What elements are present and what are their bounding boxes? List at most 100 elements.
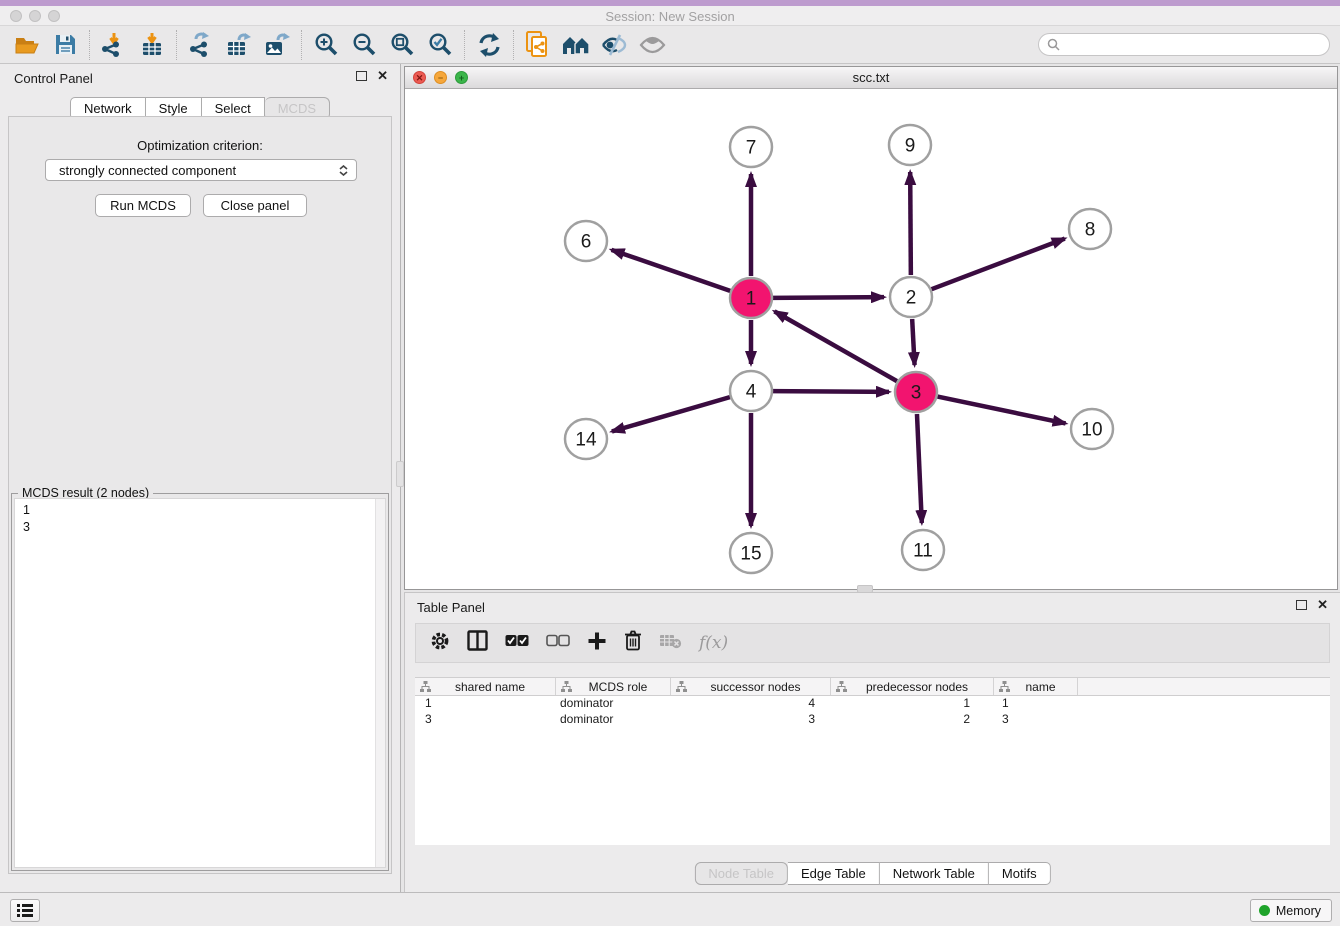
float-table-panel-icon[interactable]: [1296, 600, 1307, 610]
column-header-successor-nodes[interactable]: successor nodes: [671, 678, 831, 695]
zoom-fit-icon[interactable]: [383, 29, 421, 61]
graph-node-4[interactable]: 4: [730, 371, 772, 411]
graph-edge-2-3[interactable]: [912, 319, 914, 365]
network-window-titlebar[interactable]: ✕ − + scc.txt: [405, 67, 1337, 89]
toolbar-separator: [513, 30, 514, 60]
table-header-row: shared nameMCDS rolesuccessor nodesprede…: [415, 677, 1330, 696]
mcds-result-text: 13: [23, 502, 30, 536]
vertical-splitter-handle[interactable]: [396, 461, 404, 487]
network-canvas[interactable]: 7 9 6 8 1 2 4 3 14 10 15 11: [405, 89, 1337, 589]
application-window: Session: New Session: [0, 0, 1340, 926]
graph-node-15[interactable]: 15: [730, 533, 772, 573]
toolbar-separator: [89, 30, 90, 60]
table-cell[interactable]: dominator: [556, 696, 671, 712]
task-history-button[interactable]: [10, 899, 40, 922]
clone-network-icon[interactable]: [519, 29, 557, 61]
export-table-icon[interactable]: [220, 29, 258, 61]
hide-selected-icon[interactable]: [595, 29, 633, 61]
columns-icon[interactable]: [467, 630, 488, 656]
horizontal-splitter-handle[interactable]: [857, 585, 873, 593]
graph-edge-3-1[interactable]: [774, 311, 896, 381]
tab-network-table[interactable]: Network Table: [880, 862, 989, 885]
close-panel-icon[interactable]: ✕: [377, 70, 388, 81]
table-cell[interactable]: dominator: [556, 712, 671, 728]
graph-edge-2-9[interactable]: [910, 172, 911, 275]
mcds-panel: Optimization criterion: strongly connect…: [8, 116, 392, 874]
search-input[interactable]: [1065, 37, 1329, 52]
export-image-icon[interactable]: [258, 29, 296, 61]
graph-node-8[interactable]: 8: [1069, 209, 1111, 249]
first-neighbors-icon[interactable]: [557, 29, 595, 61]
mcds-result-area[interactable]: 13: [14, 498, 386, 868]
svg-text:1: 1: [746, 289, 757, 310]
zoom-selected-icon[interactable]: [421, 29, 459, 61]
network-graph[interactable]: 7 9 6 8 1 2 4 3 14 10 15 11: [405, 89, 1337, 589]
close-panel-button[interactable]: Close panel: [203, 194, 307, 217]
chevron-updown-icon: [339, 165, 348, 176]
memory-button[interactable]: Memory: [1250, 899, 1332, 922]
delete-icon[interactable]: [624, 630, 642, 656]
toolbar-separator: [301, 30, 302, 60]
graph-edge-4-14[interactable]: [612, 397, 730, 431]
column-header-predecessor-nodes[interactable]: predecessor nodes: [831, 678, 994, 695]
graph-edge-2-8[interactable]: [932, 239, 1065, 290]
column-header-MCDS-role[interactable]: MCDS role: [556, 678, 671, 695]
import-network-icon[interactable]: [95, 29, 133, 61]
zoom-out-icon[interactable]: [345, 29, 383, 61]
table-toolbar: f(x): [415, 623, 1330, 663]
graph-edge-3-10[interactable]: [938, 397, 1066, 424]
deselect-all-icon[interactable]: [546, 634, 570, 652]
mcds-result-box: MCDS result (2 nodes) 13: [11, 493, 389, 871]
optimization-criterion-label: Optimization criterion:: [9, 138, 391, 153]
svg-text:15: 15: [740, 544, 761, 565]
graph-node-11[interactable]: 11: [902, 530, 944, 570]
gear-icon[interactable]: [430, 631, 450, 656]
refresh-icon[interactable]: [470, 29, 508, 61]
zoom-in-icon[interactable]: [307, 29, 345, 61]
show-all-icon[interactable]: [633, 29, 671, 61]
graph-node-14[interactable]: 14: [565, 419, 607, 459]
table-cell[interactable]: 3: [415, 712, 556, 728]
svg-text:10: 10: [1081, 420, 1102, 441]
graph-edge-4-3[interactable]: [773, 391, 889, 392]
svg-text:14: 14: [575, 430, 597, 451]
table-cell[interactable]: 4: [671, 696, 831, 712]
graph-node-9[interactable]: 9: [889, 125, 931, 165]
toolbar-separator: [464, 30, 465, 60]
add-icon[interactable]: [587, 631, 607, 656]
column-header-name[interactable]: name: [994, 678, 1078, 695]
table-cell[interactable]: 1: [994, 696, 1078, 712]
svg-text:2: 2: [906, 288, 917, 309]
graph-node-10[interactable]: 10: [1071, 409, 1113, 449]
tab-motifs[interactable]: Motifs: [989, 862, 1051, 885]
table-cell[interactable]: 3: [994, 712, 1078, 728]
result-scrollbar[interactable]: [375, 499, 385, 867]
table-row[interactable]: 1dominator411: [415, 696, 1330, 712]
export-network-icon[interactable]: [182, 29, 220, 61]
float-panel-icon[interactable]: [356, 71, 367, 81]
select-all-icon[interactable]: [505, 634, 529, 652]
column-header-shared-name[interactable]: shared name: [415, 678, 556, 695]
table-cell[interactable]: 2: [831, 712, 994, 728]
graph-node-1[interactable]: 1: [730, 278, 772, 318]
tab-node-table[interactable]: Node Table: [694, 862, 788, 885]
graph-node-6[interactable]: 6: [565, 221, 607, 261]
import-table-icon[interactable]: [133, 29, 171, 61]
graph-node-3[interactable]: 3: [895, 372, 937, 412]
close-table-panel-icon[interactable]: ✕: [1317, 599, 1328, 610]
graph-edge-1-6[interactable]: [612, 250, 731, 291]
tab-edge-table[interactable]: Edge Table: [788, 862, 880, 885]
table-cell[interactable]: 1: [831, 696, 994, 712]
table-row[interactable]: 3dominator323: [415, 712, 1330, 728]
run-mcds-button[interactable]: Run MCDS: [95, 194, 191, 217]
criterion-dropdown[interactable]: strongly connected component: [45, 159, 357, 181]
graph-edge-1-2[interactable]: [773, 297, 884, 298]
save-icon[interactable]: [46, 29, 84, 61]
table-cell[interactable]: 3: [671, 712, 831, 728]
open-folder-icon[interactable]: [8, 29, 46, 61]
graph-node-2[interactable]: 2: [890, 277, 932, 317]
graph-node-7[interactable]: 7: [730, 127, 772, 167]
function-builder-icon: f(x): [699, 633, 728, 653]
graph-edge-3-11[interactable]: [917, 414, 922, 523]
table-cell[interactable]: 1: [415, 696, 556, 712]
